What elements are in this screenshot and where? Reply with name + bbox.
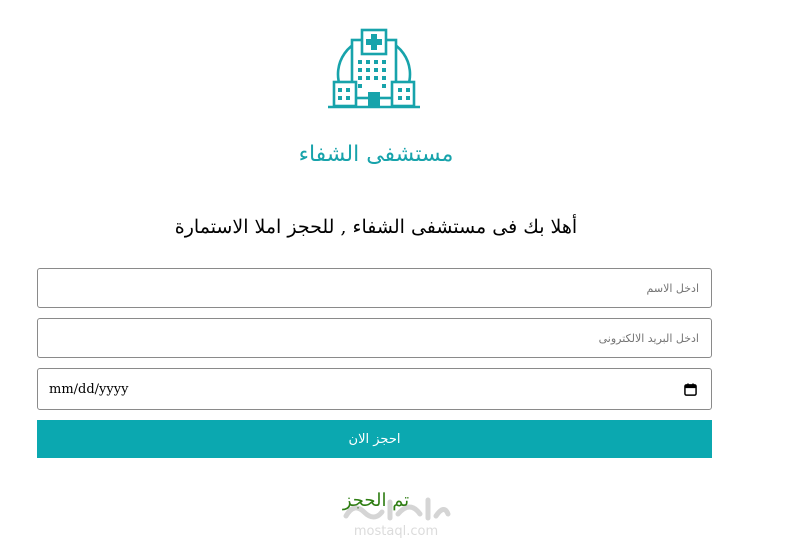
book-now-button[interactable]: احجز الان <box>37 420 712 458</box>
name-input[interactable] <box>38 269 711 307</box>
watermark-logo-icon <box>343 497 451 521</box>
email-field[interactable] <box>37 318 712 358</box>
date-field[interactable]: mm/dd/yyyy <box>37 368 712 410</box>
hospital-building-icon <box>328 28 420 109</box>
email-input[interactable] <box>38 319 711 357</box>
welcome-message: أهلا بك فى مستشفى الشفاء , للحجز املا ال… <box>174 216 578 238</box>
watermark: mostaql.com <box>340 494 452 542</box>
watermark-text: mostaql.com <box>353 524 439 539</box>
hospital-name-title: مستشفى الشفاء <box>298 142 454 167</box>
calendar-icon[interactable] <box>684 382 697 396</box>
book-now-label: احجز الان <box>348 431 401 447</box>
date-input-value[interactable]: mm/dd/yyyy <box>49 382 128 397</box>
name-field[interactable] <box>37 268 712 308</box>
